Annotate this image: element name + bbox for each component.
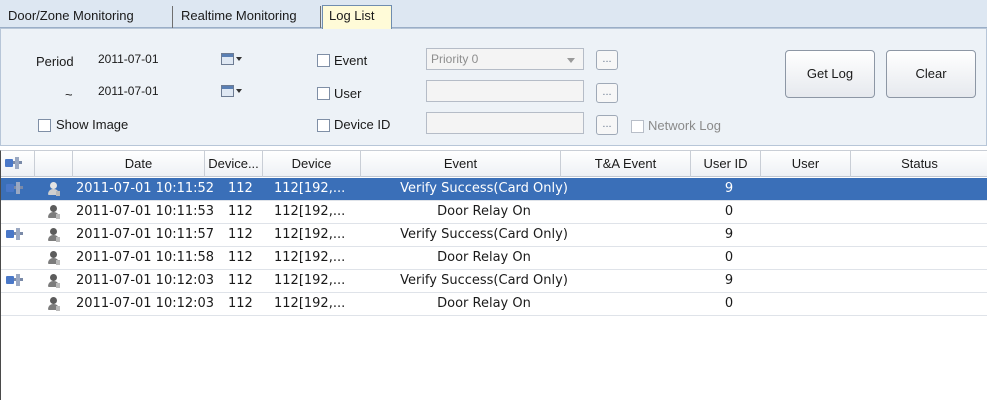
device-id-label: Device ID — [334, 117, 391, 132]
table-row[interactable]: 2011-07-01 10:11:57 112 112[192,... Veri… — [1, 224, 987, 247]
door-icon — [6, 228, 24, 242]
chevron-down-icon — [567, 58, 575, 63]
event-priority-value: Priority 0 — [431, 52, 479, 66]
device-id-field[interactable] — [426, 112, 584, 134]
log-grid: Date Device... Device Event T&A Event Us… — [0, 150, 987, 400]
user-icon — [47, 273, 61, 289]
network-log-checkbox[interactable] — [631, 120, 644, 133]
tab-bar: Door/Zone Monitoring Realtime Monitoring… — [0, 0, 987, 29]
user-icon — [47, 227, 61, 243]
calendar-dropdown-icon[interactable] — [221, 51, 243, 67]
cell-event: Door Relay On — [437, 204, 531, 219]
cell-user-id: 9 — [724, 273, 734, 288]
cell-event: Door Relay On — [437, 296, 531, 311]
event-label: Event — [334, 53, 368, 68]
event-checkbox[interactable] — [317, 54, 330, 67]
grid-header: Date Device... Device Event T&A Event Us… — [1, 151, 987, 177]
table-row[interactable]: 2011-07-01 10:11:53 112 112[192,... Door… — [1, 201, 987, 224]
cell-date: 2011-07-01 10:11:58 — [76, 250, 215, 265]
period-label: Period — [36, 54, 74, 69]
event-priority-select[interactable]: Priority 0 — [426, 48, 584, 70]
calendar-dropdown-icon[interactable] — [221, 83, 243, 99]
column-door-icon[interactable] — [1, 151, 35, 177]
column-device-id[interactable]: Device... — [205, 151, 263, 177]
cell-user-id: 0 — [724, 250, 734, 265]
cell-device: 112[192,... — [274, 181, 346, 196]
tab-door-zone-monitoring[interactable]: Door/Zone Monitoring — [2, 6, 173, 28]
cell-device-id: 112 — [228, 204, 253, 219]
cell-date: 2011-07-01 10:12:03 — [76, 296, 215, 311]
table-row[interactable]: 2011-07-01 10:11:52 112 112[192,... Veri… — [1, 178, 987, 201]
network-log-label: Network Log — [648, 118, 721, 133]
user-browse-button[interactable]: ... — [596, 83, 618, 103]
device-id-checkbox[interactable] — [317, 119, 330, 132]
column-user-id[interactable]: User ID — [691, 151, 761, 177]
user-field[interactable] — [426, 80, 584, 102]
user-label: User — [334, 86, 362, 101]
column-user-icon[interactable] — [35, 151, 73, 177]
cell-user-id: 9 — [724, 181, 734, 196]
tab-realtime-monitoring[interactable]: Realtime Monitoring — [175, 6, 321, 28]
table-row[interactable]: 2011-07-01 10:11:58 112 112[192,... Door… — [1, 247, 987, 270]
cell-device: 112[192,... — [274, 204, 346, 219]
clear-button[interactable]: Clear — [886, 50, 976, 98]
cell-device-id: 112 — [228, 227, 253, 242]
cell-date: 2011-07-01 10:11:57 — [76, 227, 215, 242]
column-device[interactable]: Device — [263, 151, 361, 177]
cell-device-id: 112 — [228, 273, 253, 288]
cell-user-id: 9 — [724, 227, 734, 242]
column-status[interactable]: Status — [851, 151, 987, 177]
user-icon — [47, 296, 61, 312]
user-icon — [47, 250, 61, 266]
filter-panel: Period 2011-07-01 ~ 2011-07-01 Show Imag… — [0, 28, 987, 146]
cell-event: Door Relay On — [437, 250, 531, 265]
cell-event: Verify Success(Card Only) — [400, 273, 568, 288]
event-browse-button[interactable]: ... — [596, 50, 618, 70]
user-checkbox[interactable] — [317, 87, 330, 100]
column-user[interactable]: User — [761, 151, 851, 177]
user-icon — [47, 204, 61, 220]
get-log-button[interactable]: Get Log — [785, 50, 875, 98]
cell-date: 2011-07-01 10:11:52 — [76, 181, 215, 196]
cell-device: 112[192,... — [274, 227, 346, 242]
user-icon — [47, 181, 61, 197]
cell-event: Verify Success(Card Only) — [400, 181, 568, 196]
table-row[interactable]: 2011-07-01 10:12:03 112 112[192,... Veri… — [1, 270, 987, 293]
tilde-label: ~ — [65, 87, 73, 102]
cell-device: 112[192,... — [274, 250, 346, 265]
cell-date: 2011-07-01 10:12:03 — [76, 273, 215, 288]
cell-date: 2011-07-01 10:11:53 — [76, 204, 215, 219]
show-image-checkbox[interactable] — [38, 119, 51, 132]
show-image-label: Show Image — [56, 117, 129, 132]
column-ta-event[interactable]: T&A Event — [561, 151, 691, 177]
door-icon — [5, 157, 23, 171]
cell-user-id: 0 — [724, 296, 734, 311]
cell-event: Verify Success(Card Only) — [400, 227, 568, 242]
device-browse-button[interactable]: ... — [596, 115, 618, 135]
tab-log-list[interactable]: Log List — [322, 5, 392, 29]
table-row[interactable]: 2011-07-01 10:12:03 112 112[192,... Door… — [1, 293, 987, 316]
door-icon — [6, 274, 24, 288]
cell-device-id: 112 — [228, 181, 253, 196]
column-date[interactable]: Date — [73, 151, 205, 177]
cell-device: 112[192,... — [274, 296, 346, 311]
cell-device: 112[192,... — [274, 273, 346, 288]
door-icon — [6, 182, 24, 196]
cell-device-id: 112 — [228, 250, 253, 265]
cell-device-id: 112 — [228, 296, 253, 311]
cell-user-id: 0 — [724, 204, 734, 219]
column-event[interactable]: Event — [361, 151, 561, 177]
